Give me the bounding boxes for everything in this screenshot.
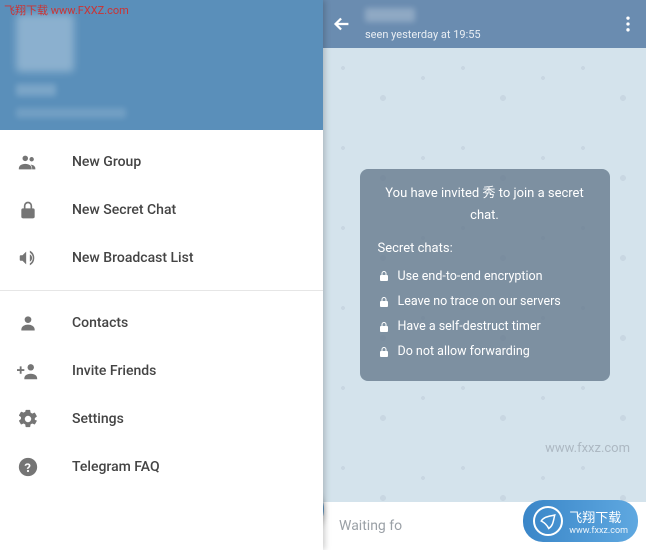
menu-label: Contacts xyxy=(72,315,128,331)
navigation-drawer: New Group New Secret Chat New Broadcast … xyxy=(0,0,323,550)
gear-icon xyxy=(16,407,40,431)
watermark-badge: 飞翔下载 www.fxxz.com xyxy=(523,500,638,542)
menu-divider xyxy=(0,290,323,291)
watermark-top: 飞翔下载 www.FXXZ.com xyxy=(4,2,129,18)
lock-icon xyxy=(16,198,40,222)
menu-new-broadcast[interactable]: New Broadcast List xyxy=(0,234,323,282)
menu-label: Invite Friends xyxy=(72,363,156,379)
lock-icon xyxy=(378,296,390,308)
megaphone-icon xyxy=(16,246,40,270)
help-icon xyxy=(16,455,40,479)
feature-item: Use end-to-end encryption xyxy=(378,266,592,287)
feature-item: Leave no trace on our servers xyxy=(378,291,592,312)
wing-icon xyxy=(533,506,563,536)
lock-icon xyxy=(378,346,390,358)
menu-label: New Broadcast List xyxy=(72,250,194,266)
drawer-menu: New Group New Secret Chat New Broadcast … xyxy=(0,130,323,499)
features-header: Secret chats: xyxy=(378,238,592,260)
user-avatar[interactable] xyxy=(16,14,74,72)
menu-settings[interactable]: Settings xyxy=(0,395,323,443)
secret-chat-info-card: You have invited 秀 to join a secret chat… xyxy=(360,169,610,380)
menu-label: Telegram FAQ xyxy=(72,459,160,475)
menu-label: Settings xyxy=(72,411,124,427)
lock-icon xyxy=(378,321,390,333)
watermark-center: www.fxxz.com xyxy=(545,441,630,456)
feature-item: Have a self-destruct timer xyxy=(378,316,592,337)
menu-faq[interactable]: Telegram FAQ xyxy=(0,443,323,491)
invited-text: You have invited 秀 to join a secret chat… xyxy=(378,183,592,227)
menu-new-secret-chat[interactable]: New Secret Chat xyxy=(0,186,323,234)
person-add-icon xyxy=(16,359,40,383)
menu-label: New Group xyxy=(72,154,141,170)
back-icon[interactable] xyxy=(331,13,353,35)
menu-label: New Secret Chat xyxy=(72,202,176,218)
user-name xyxy=(16,84,56,96)
more-icon[interactable] xyxy=(618,14,638,34)
contact-name xyxy=(365,8,415,22)
chat-toolbar: seen yesterday at 19:55 xyxy=(323,0,646,48)
group-icon xyxy=(16,150,40,174)
feature-item: Do not allow forwarding xyxy=(378,341,592,362)
drawer-header xyxy=(0,0,323,130)
person-icon xyxy=(16,311,40,335)
menu-invite-friends[interactable]: Invite Friends xyxy=(0,347,323,395)
input-placeholder-text: Waiting fo xyxy=(339,518,402,534)
chat-title[interactable]: seen yesterday at 19:55 xyxy=(365,7,618,41)
secret-chat-screen: seen yesterday at 19:55 You have invited… xyxy=(323,0,646,550)
menu-contacts[interactable]: Contacts xyxy=(0,299,323,347)
menu-new-group[interactable]: New Group xyxy=(0,138,323,186)
chat-background: You have invited 秀 to join a secret chat… xyxy=(323,48,646,502)
user-phone xyxy=(16,108,126,118)
lock-icon xyxy=(378,270,390,282)
last-seen-status: seen yesterday at 19:55 xyxy=(365,28,618,41)
